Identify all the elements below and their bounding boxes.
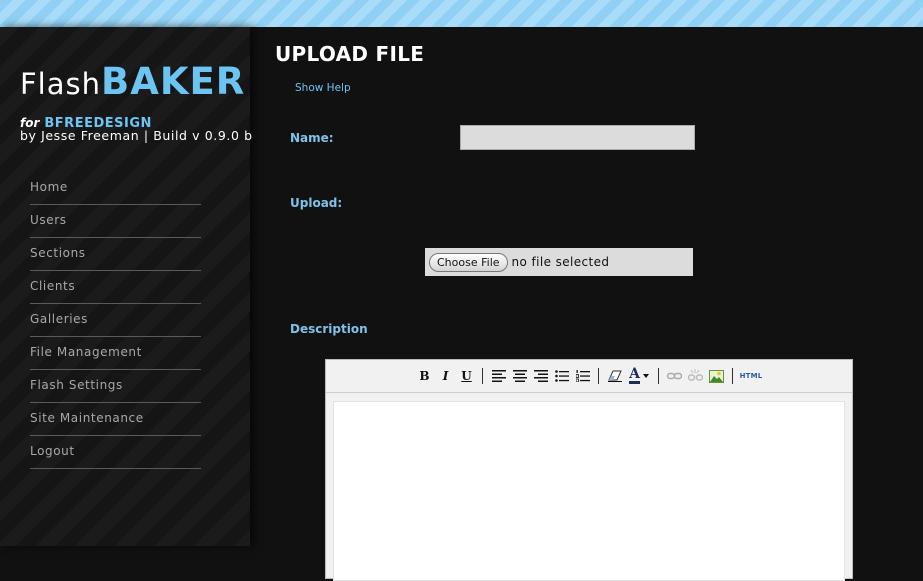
name-input[interactable] bbox=[460, 125, 695, 150]
sidebar-item-sections[interactable]: Sections bbox=[30, 239, 201, 271]
italic-icon[interactable]: I bbox=[435, 366, 456, 386]
sidebar-item-clients[interactable]: Clients bbox=[30, 272, 201, 304]
sidebar-nav: Home Users Sections Clients Galleries Fi… bbox=[30, 173, 201, 469]
ordered-list-icon[interactable] bbox=[572, 366, 593, 386]
file-upload-field: Choose File no file selected bbox=[425, 248, 693, 276]
sidebar-item-file-management[interactable]: File Management bbox=[30, 338, 201, 370]
sidebar-item-site-maintenance[interactable]: Site Maintenance bbox=[30, 404, 201, 436]
unlink-icon[interactable] bbox=[685, 366, 706, 386]
toolbar-separator bbox=[732, 368, 733, 384]
byline: by Jesse Freeman | Build v 0.9.0 b bbox=[20, 128, 253, 143]
upload-label: Upload: bbox=[290, 196, 343, 210]
show-help-link[interactable]: Show Help bbox=[295, 82, 351, 94]
sidebar-item-galleries[interactable]: Galleries bbox=[30, 305, 201, 337]
html-source-icon[interactable]: HTML bbox=[738, 366, 764, 386]
eraser-icon[interactable] bbox=[604, 366, 625, 386]
bold-icon[interactable]: B bbox=[414, 366, 435, 386]
rich-text-editor: B I U A HTML bbox=[325, 359, 853, 581]
unordered-list-icon[interactable] bbox=[551, 366, 572, 386]
toolbar-separator bbox=[598, 368, 599, 384]
sidebar-item-logout[interactable]: Logout bbox=[30, 437, 201, 469]
description-label: Description bbox=[290, 322, 368, 336]
file-status-text: no file selected bbox=[511, 255, 610, 269]
text-color-icon[interactable]: A bbox=[625, 366, 653, 386]
insert-image-icon[interactable] bbox=[706, 366, 727, 386]
choose-file-button[interactable]: Choose File bbox=[429, 252, 508, 272]
name-label: Name: bbox=[290, 131, 334, 145]
align-center-icon[interactable] bbox=[509, 366, 530, 386]
underline-icon[interactable]: U bbox=[456, 366, 477, 386]
align-right-icon[interactable] bbox=[530, 366, 551, 386]
sidebar-item-home[interactable]: Home bbox=[30, 173, 201, 205]
main-content: UPLOAD FILE Show Help Name: Upload: Choo… bbox=[250, 27, 923, 581]
editor-content-area[interactable] bbox=[333, 401, 845, 581]
top-banner bbox=[0, 0, 923, 27]
app-logo: FlashBAKER bbox=[20, 60, 245, 103]
align-left-icon[interactable] bbox=[488, 366, 509, 386]
sidebar: FlashBAKER for BFREEDESIGN by Jesse Freem… bbox=[0, 27, 253, 546]
logo-flash: Flash bbox=[20, 67, 101, 101]
link-icon[interactable] bbox=[664, 366, 685, 386]
toolbar-separator bbox=[658, 368, 659, 384]
sidebar-item-flash-settings[interactable]: Flash Settings bbox=[30, 371, 201, 403]
logo-baker: BAKER bbox=[101, 60, 246, 103]
page-title: UPLOAD FILE bbox=[275, 42, 425, 66]
toolbar-separator bbox=[482, 368, 483, 384]
editor-toolbar: B I U A HTML bbox=[326, 360, 852, 393]
sidebar-item-users[interactable]: Users bbox=[30, 206, 201, 238]
